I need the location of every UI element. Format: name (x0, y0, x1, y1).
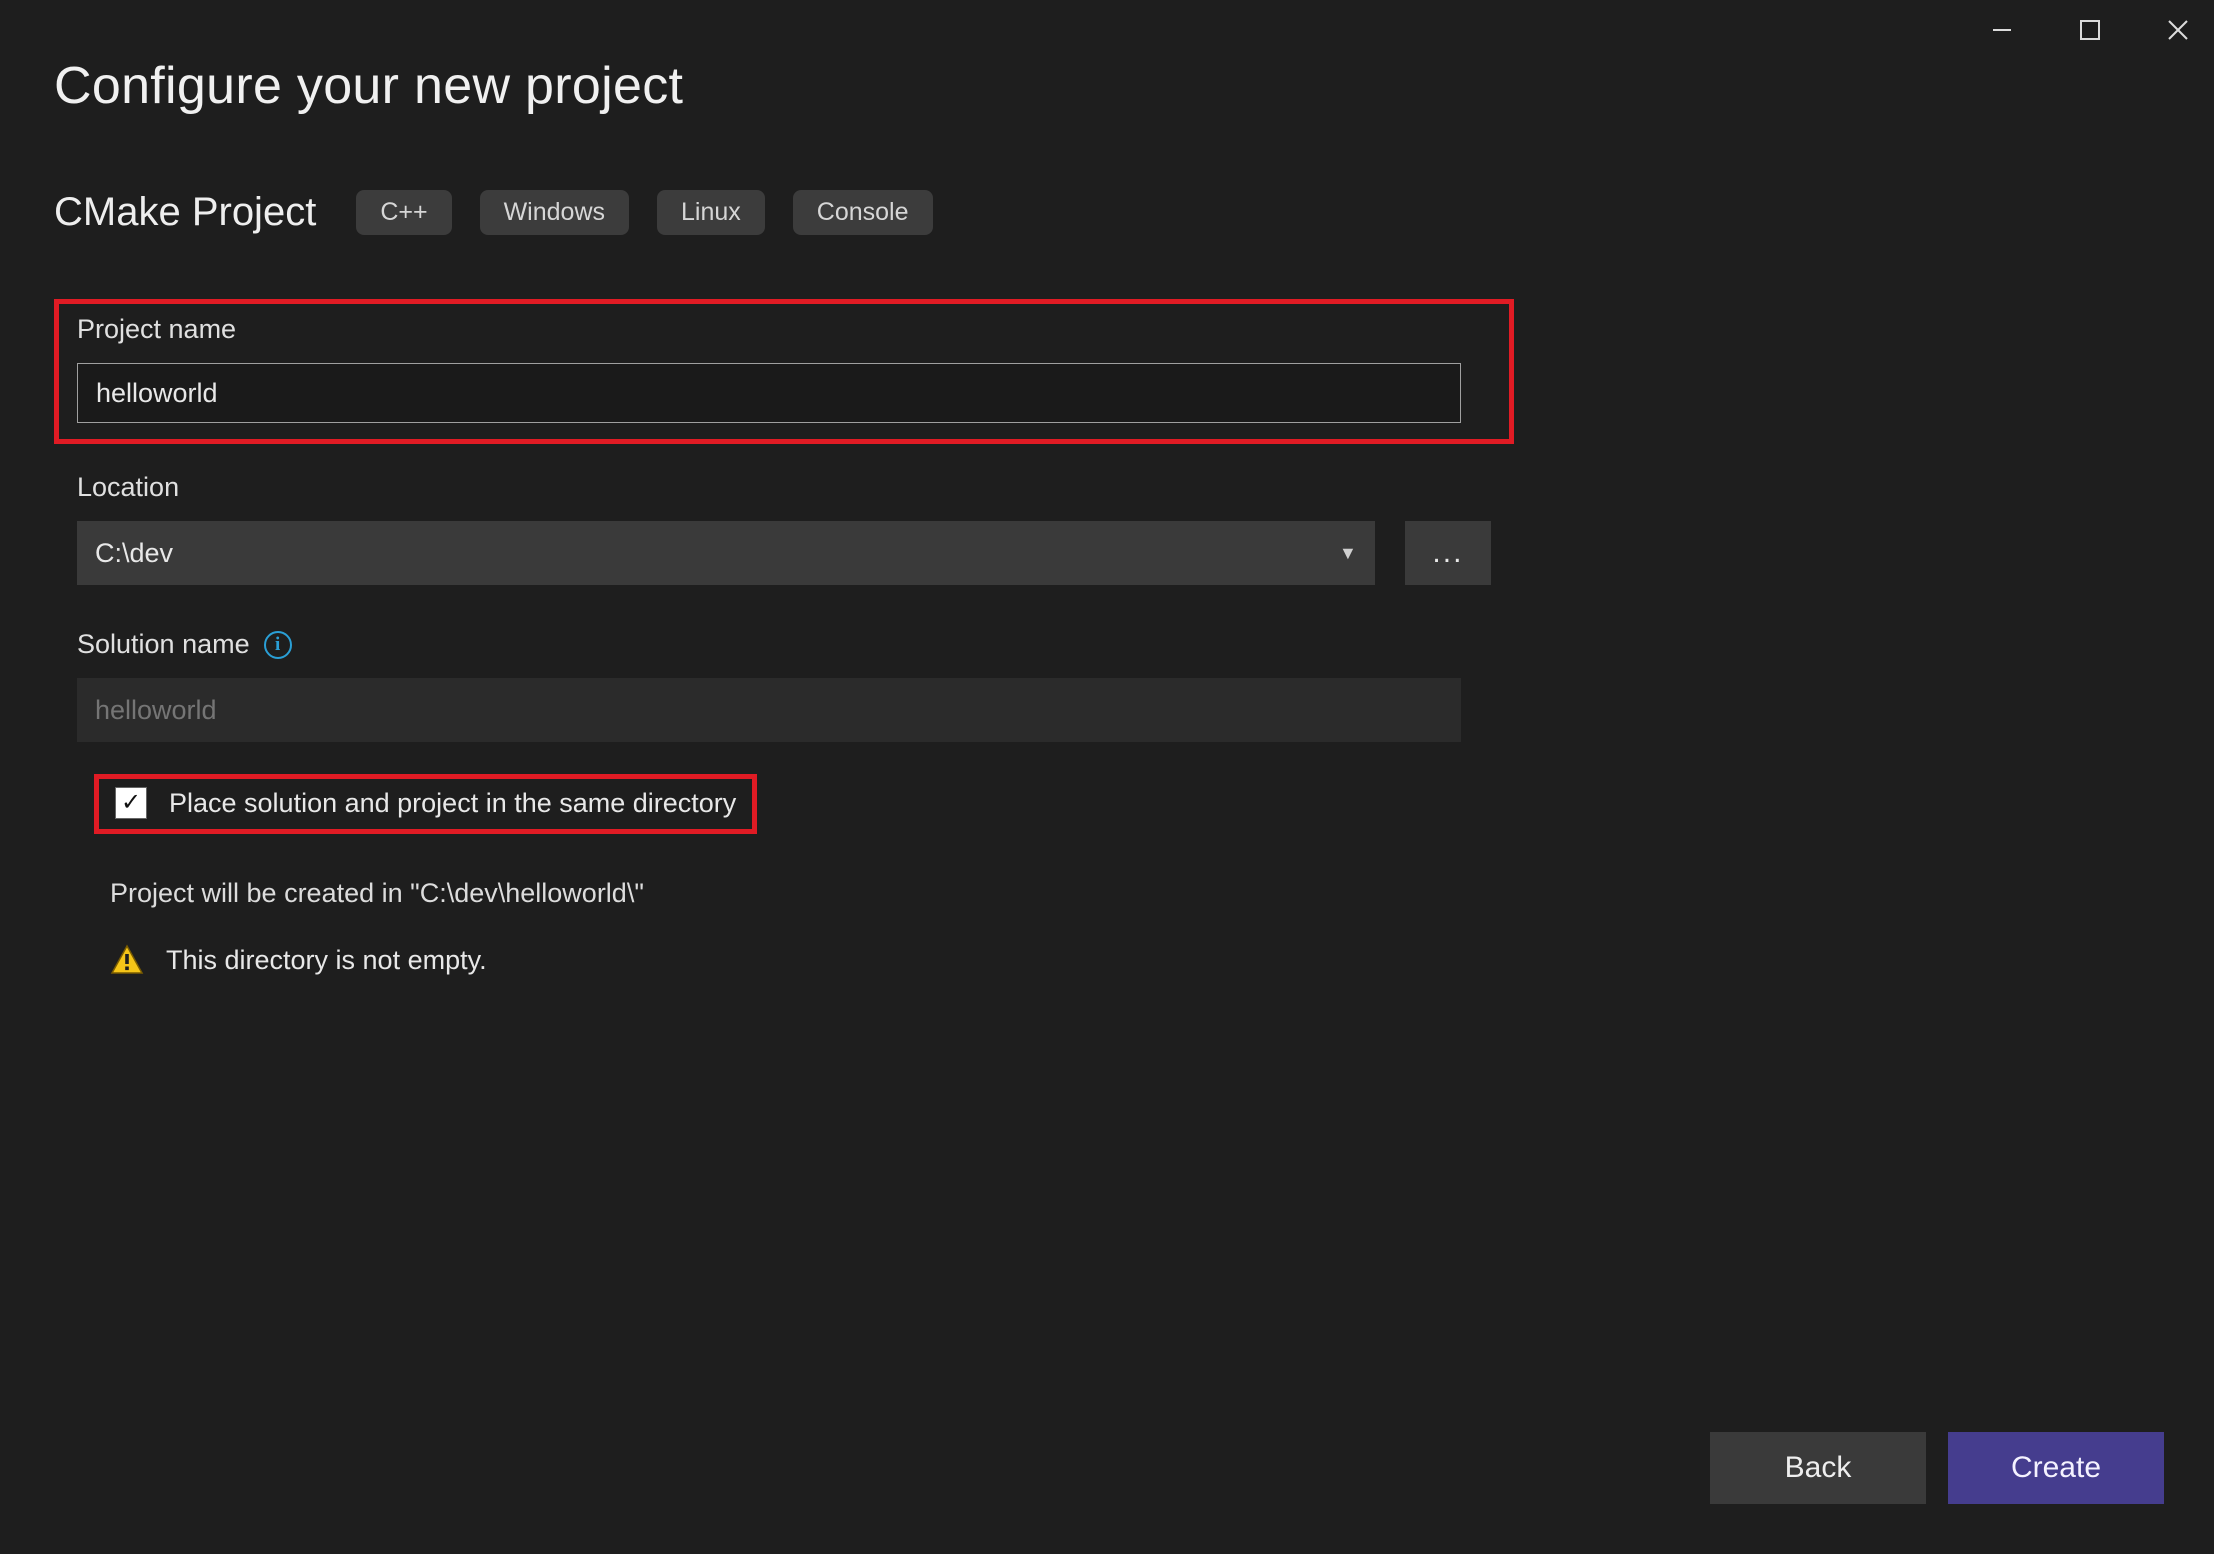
footer-buttons: Back Create (1710, 1432, 2164, 1504)
solution-name-label: Solution name i (77, 629, 1491, 660)
warning-text: This directory is not empty. (166, 945, 487, 976)
minimize-icon[interactable] (1976, 8, 2028, 52)
page-title: Configure your new project (54, 56, 2160, 116)
template-row: CMake Project C++ Windows Linux Console (54, 190, 2160, 235)
solution-name-label-text: Solution name (77, 629, 250, 660)
location-combo[interactable]: C:\dev ▼ (77, 521, 1375, 585)
window-controls (1976, 8, 2204, 52)
solution-name-input (77, 678, 1461, 742)
location-value: C:\dev (95, 538, 173, 569)
same-directory-label: Place solution and project in the same d… (169, 788, 736, 819)
creation-path-hint: Project will be created in "C:\dev\hello… (110, 878, 2160, 909)
main-content: Configure your new project CMake Project… (0, 0, 2214, 977)
template-tag: Console (793, 190, 933, 235)
location-label: Location (77, 472, 1491, 503)
project-name-group: Project name (54, 299, 1514, 444)
back-button[interactable]: Back (1710, 1432, 1926, 1504)
chevron-down-icon: ▼ (1339, 543, 1357, 564)
project-name-label: Project name (77, 314, 1491, 345)
same-directory-checkbox[interactable]: ✓ (115, 787, 147, 819)
close-icon[interactable] (2152, 8, 2204, 52)
solution-name-group: Solution name i (54, 619, 1514, 758)
template-tag: C++ (356, 190, 451, 235)
project-name-input[interactable] (77, 363, 1461, 423)
warning-row: This directory is not empty. (110, 943, 2160, 977)
template-tag: Windows (480, 190, 629, 235)
browse-button[interactable]: ... (1405, 521, 1491, 585)
same-directory-row[interactable]: ✓ Place solution and project in the same… (94, 774, 757, 834)
location-group: Location C:\dev ▼ ... (54, 462, 1514, 601)
warning-icon (110, 943, 144, 977)
template-tag: Linux (657, 190, 765, 235)
maximize-icon[interactable] (2064, 8, 2116, 52)
create-button[interactable]: Create (1948, 1432, 2164, 1504)
template-name: CMake Project (54, 190, 316, 235)
info-icon[interactable]: i (264, 631, 292, 659)
